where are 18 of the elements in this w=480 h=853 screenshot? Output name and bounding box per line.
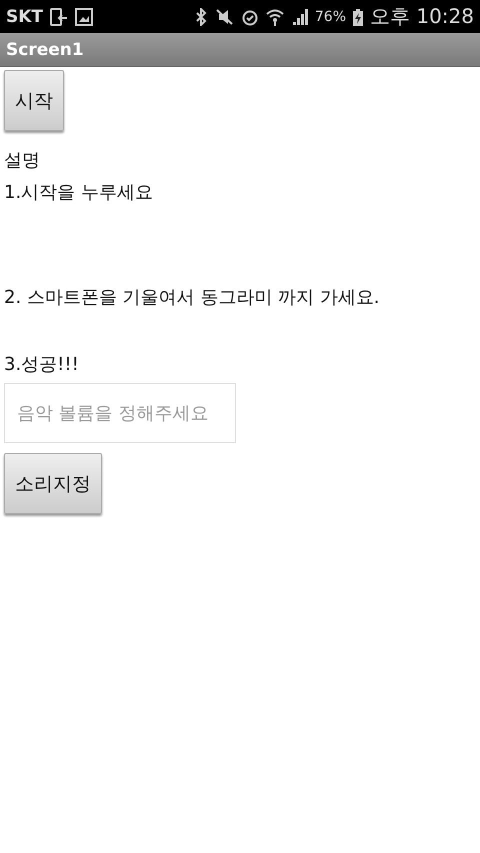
instruction-text: 3.성공!!! (4, 353, 80, 377)
instruction-text: 1.시작을 누루세요 (4, 181, 154, 205)
sound-set-button[interactable]: 소리지정 (4, 453, 102, 514)
battery-percent: 76% (314, 8, 346, 24)
alarm-icon (240, 8, 259, 26)
battery-icon (352, 8, 364, 26)
image-icon (75, 8, 94, 26)
signal-icon (290, 8, 309, 26)
bluetooth-icon (194, 8, 207, 26)
volume-input-field[interactable]: 음악 볼륨을 정해주세요 (4, 383, 236, 443)
instruction-text: 2. 스마트폰을 기울여서 동그라미 까지 가세요. (4, 286, 380, 310)
screen-title: Screen1 (6, 40, 84, 60)
carrier-label: SKT (6, 6, 44, 26)
phone-icon (49, 8, 70, 26)
wifi-icon (264, 8, 285, 26)
clock: 오후 10:28 (370, 3, 474, 30)
instruction-text: 설명 (4, 149, 41, 173)
start-button[interactable]: 시작 (4, 70, 64, 131)
